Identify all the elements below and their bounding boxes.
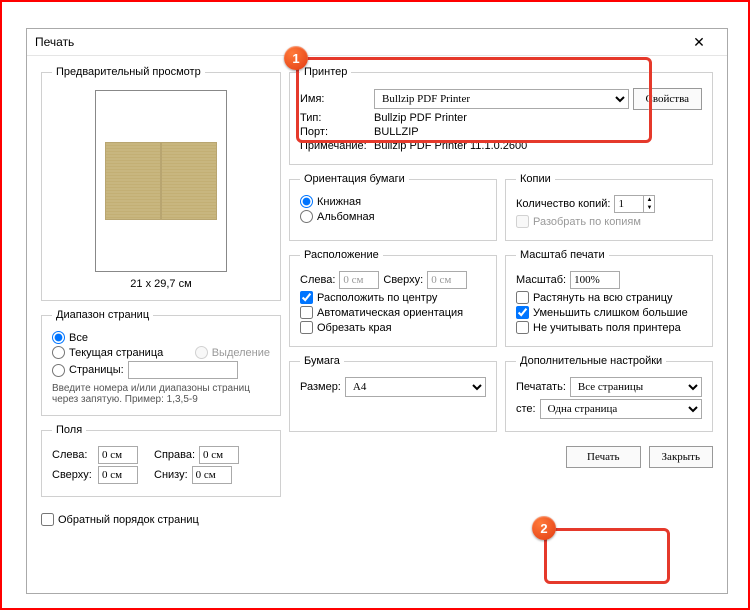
scale-fit-label: Растянуть на всю страницу [533,292,673,304]
orient-portrait-radio[interactable] [300,195,313,208]
page-range-group: Диапазон страниц Все Текущая страница Выд… [41,309,281,416]
printer-properties-button[interactable]: Свойства [633,88,702,110]
reverse-order-checkbox[interactable] [41,513,54,526]
range-current-radio[interactable] [52,346,65,359]
range-pages-label: Страницы: [69,364,124,376]
printer-note-label: Примечание: [300,140,370,152]
margins-group: Поля Слева: Справа: Сверху: Снизу: [41,424,281,497]
range-all-radio[interactable] [52,331,65,344]
margin-bottom-input[interactable] [192,466,232,484]
layout-left-input [339,271,379,289]
extra-legend: Дополнительные настройки [516,355,666,367]
layout-group: Расположение Слева: Сверху: Расположить п… [289,249,497,347]
scale-legend: Масштаб печати [516,249,609,261]
range-selection-label: Выделение [212,347,270,359]
layout-auto-label: Автоматическая ориентация [317,307,463,319]
scale-input[interactable] [570,271,620,289]
close-button[interactable]: Закрыть [649,446,713,468]
printer-legend: Принтер [300,66,351,78]
preview-group: Предварительный просмотр 21 x 29,7 см [41,66,281,301]
extra-per-select[interactable]: Одна страница [540,399,702,419]
orient-portrait-label: Книжная [317,196,361,208]
printer-group: Принтер Имя:Bullzip PDF PrinterСвойства … [289,66,713,165]
layout-center-label: Расположить по центру [317,292,437,304]
layout-top-input [427,271,467,289]
scale-group: Масштаб печати Масштаб: Растянуть на всю… [505,249,713,347]
layout-auto-checkbox[interactable] [300,306,313,319]
printer-port-value: BULLZIP [374,126,419,138]
range-hint: Введите номера и/или диапазоны страниц ч… [52,383,270,405]
margin-bottom-label: Снизу: [154,469,188,481]
range-selection-radio [195,346,208,359]
printer-type-value: Bullzip PDF Printer [374,112,467,124]
collate-checkbox [516,215,529,228]
orientation-group: Ориентация бумаги Книжная Альбомная [289,173,497,241]
scale-shrink-checkbox[interactable] [516,306,529,319]
layout-crop-checkbox[interactable] [300,321,313,334]
layout-legend: Расположение [300,249,383,261]
reverse-order-label: Обратный порядок страниц [58,514,199,526]
extra-per-label: сте: [516,403,536,415]
orient-legend: Ориентация бумаги [300,173,409,185]
margin-right-label: Справа: [154,449,195,461]
printer-name-label: Имя: [300,93,370,105]
spin-down-icon[interactable]: ▼ [644,204,654,212]
copies-legend: Копии [516,173,555,185]
range-legend: Диапазон страниц [52,309,153,321]
preview-page [95,90,227,272]
scale-fit-checkbox[interactable] [516,291,529,304]
printer-port-label: Порт: [300,126,370,138]
range-all-label: Все [69,332,88,344]
print-dialog: Печать ✕ Предварительный просмотр 21 x 2… [26,28,728,594]
margins-legend: Поля [52,424,86,436]
margin-top-input[interactable] [98,466,138,484]
printer-name-select[interactable]: Bullzip PDF Printer [374,89,629,109]
printer-type-label: Тип: [300,112,370,124]
extra-print-select[interactable]: Все страницы [570,377,702,397]
extra-group: Дополнительные настройки Печатать: Все ст… [505,355,713,432]
layout-crop-label: Обрезать края [317,322,392,334]
orient-landscape-label: Альбомная [317,211,375,223]
range-pages-radio[interactable] [52,364,65,377]
collate-label: Разобрать по копиям [533,216,641,228]
copies-group: Копии Количество копий: ▲▼ Разобрать по к… [505,173,713,241]
layout-left-label: Слева: [300,274,335,286]
paper-group: Бумага Размер: A4 [289,355,497,432]
scale-ignore-label: Не учитывать поля принтера [533,322,681,334]
margin-left-label: Слева: [52,449,94,461]
paper-legend: Бумага [300,355,344,367]
orient-landscape-radio[interactable] [300,210,313,223]
scale-shrink-label: Уменьшить слишком большие [533,307,688,319]
range-pages-input[interactable] [128,361,238,379]
margin-left-input[interactable] [98,446,138,464]
titlebar: Печать ✕ [27,29,727,56]
margin-top-label: Сверху: [52,469,94,481]
paper-size-select[interactable]: A4 [345,377,486,397]
paper-size-label: Размер: [300,381,341,393]
preview-dimensions: 21 x 29,7 см [52,278,270,290]
close-icon[interactable]: ✕ [679,34,719,51]
margin-right-input[interactable] [199,446,239,464]
copies-count-label: Количество копий: [516,198,610,210]
scale-label: Масштаб: [516,274,566,286]
scale-ignore-checkbox[interactable] [516,321,529,334]
copies-count-input[interactable] [614,195,644,213]
range-current-label: Текущая страница [69,347,163,359]
dialog-title: Печать [35,35,679,49]
layout-center-checkbox[interactable] [300,291,313,304]
spin-up-icon[interactable]: ▲ [644,196,654,204]
layout-top-label: Сверху: [383,274,423,286]
print-button[interactable]: Печать [566,446,641,468]
preview-legend: Предварительный просмотр [52,66,205,78]
extra-print-label: Печатать: [516,381,566,393]
printer-note-value: Bullzip PDF Printer 11.1.0.2600 [374,140,527,152]
